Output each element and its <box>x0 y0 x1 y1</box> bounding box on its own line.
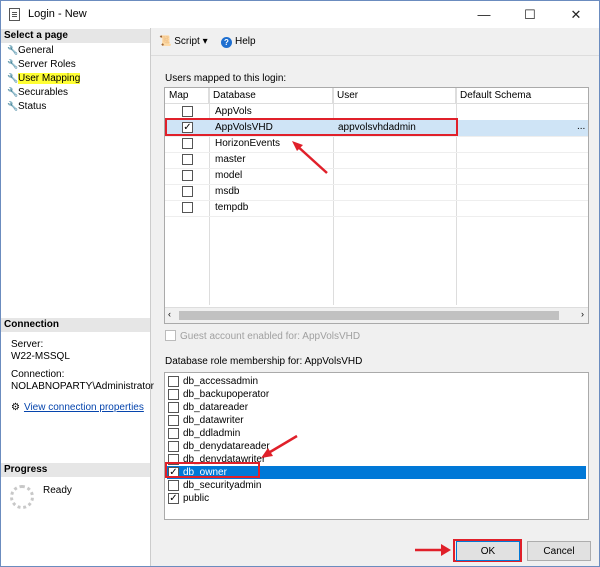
wrench-icon: 🔧 <box>7 45 19 55</box>
wrench-icon: 🔧 <box>7 87 19 97</box>
role-membership-label: Database role membership for: AppVolsVHD <box>165 356 363 367</box>
schema-browse-button[interactable]: ... <box>577 121 585 132</box>
map-checkbox[interactable] <box>182 138 193 149</box>
title-bar: Login - New — ☐ ✕ <box>1 1 599 28</box>
role-checkbox[interactable] <box>168 415 179 426</box>
users-mapped-label: Users mapped to this login: <box>165 73 287 84</box>
role-checkbox[interactable] <box>168 480 179 491</box>
database-cell: AppVols <box>215 106 252 117</box>
annotation-box <box>165 118 458 136</box>
role-checkbox[interactable] <box>168 389 179 400</box>
column-default-schema[interactable]: Default Schema <box>456 88 588 104</box>
scroll-left-icon[interactable]: ‹ <box>168 309 171 319</box>
list-item[interactable]: db_ddladmin <box>167 427 586 440</box>
database-cell: model <box>215 170 243 181</box>
horizontal-scrollbar[interactable]: ‹ › <box>165 307 588 323</box>
table-row[interactable]: master <box>165 152 588 169</box>
list-item[interactable]: ✓ public <box>167 492 586 505</box>
map-checkbox[interactable] <box>182 106 193 117</box>
page-securables[interactable]: 🔧Securables <box>7 86 68 99</box>
script-icon: 📜 <box>159 36 172 47</box>
list-item[interactable]: db_denydatareader <box>167 440 586 453</box>
column-map[interactable]: Map <box>165 88 209 104</box>
select-page-heading: Select a page <box>1 29 150 43</box>
window-title: Login - New <box>28 8 87 20</box>
window-icon <box>9 8 20 21</box>
role-membership-list: db_accessadmin db_backupoperator db_data… <box>164 372 589 520</box>
help-icon: ? <box>221 37 232 48</box>
table-row[interactable]: tempdb <box>165 200 588 217</box>
list-item[interactable]: db_backupoperator <box>167 388 586 401</box>
progress-status: Ready <box>43 485 72 496</box>
map-checkbox[interactable] <box>182 154 193 165</box>
page-user-mapping[interactable]: 🔧User Mapping <box>7 72 81 85</box>
scroll-right-icon[interactable]: › <box>581 309 584 319</box>
help-button[interactable]: ? Help <box>221 36 256 48</box>
wrench-icon: 🔧 <box>7 59 19 69</box>
connection-value: NOLABNOPARTY\Administrator <box>11 381 155 392</box>
role-checkbox[interactable] <box>168 428 179 439</box>
annotation-box <box>165 462 260 478</box>
table-row[interactable]: msdb <box>165 184 588 201</box>
connection-heading: Connection <box>1 318 150 332</box>
map-checkbox[interactable] <box>182 170 193 181</box>
column-user[interactable]: User <box>333 88 456 104</box>
table-row[interactable]: model <box>165 168 588 185</box>
left-pane: Select a page 🔧General 🔧Server Roles 🔧Us… <box>1 28 155 566</box>
chevron-down-icon[interactable]: ▾ <box>203 36 208 47</box>
database-cell: tempdb <box>215 202 249 213</box>
column-database[interactable]: Database <box>209 88 333 104</box>
annotation-arrow-icon <box>261 434 298 458</box>
database-cell: HorizonEvents <box>215 138 281 149</box>
database-cell: master <box>215 154 246 165</box>
guest-checkbox <box>165 330 176 341</box>
minimize-button[interactable]: — <box>461 1 507 28</box>
toolbar: 📜 Script ▾ ? Help <box>151 29 599 56</box>
connection-properties-icon: ⚙ <box>11 402 20 413</box>
progress-heading: Progress <box>1 463 150 477</box>
server-value: W22-MSSQL <box>11 351 70 362</box>
wrench-icon: 🔧 <box>7 73 19 83</box>
page-status[interactable]: 🔧Status <box>7 100 46 113</box>
role-checkbox[interactable]: ✓ <box>168 493 179 504</box>
login-dialog: Login - New — ☐ ✕ Select a page 🔧General… <box>0 0 600 567</box>
scrollbar-thumb[interactable] <box>179 311 559 320</box>
script-button[interactable]: 📜 Script ▾ <box>159 36 208 47</box>
map-checkbox[interactable] <box>182 202 193 213</box>
annotation-arrow-icon <box>415 544 451 556</box>
list-item[interactable]: db_accessadmin <box>167 375 586 388</box>
cancel-button[interactable]: Cancel <box>527 541 591 561</box>
table-row[interactable]: HorizonEvents <box>165 136 588 153</box>
database-cell: msdb <box>215 186 240 197</box>
guest-account-option: Guest account enabled for: AppVolsVHD <box>165 330 360 342</box>
role-checkbox[interactable] <box>168 376 179 387</box>
annotation-arrow-icon <box>292 141 328 174</box>
progress-spinner-icon <box>10 485 34 509</box>
wrench-icon: 🔧 <box>7 101 19 111</box>
server-label: Server: <box>11 339 44 350</box>
role-checkbox[interactable] <box>168 441 179 452</box>
list-item[interactable]: db_datawriter <box>167 414 586 427</box>
ok-button[interactable]: OK <box>456 541 520 561</box>
map-checkbox[interactable] <box>182 186 193 197</box>
page-general[interactable]: 🔧General <box>7 44 54 57</box>
maximize-button[interactable]: ☐ <box>507 1 553 28</box>
view-connection-link[interactable]: ⚙ View connection properties <box>11 402 144 413</box>
connection-label: Connection: <box>11 369 65 380</box>
close-button[interactable]: ✕ <box>553 1 599 28</box>
page-server-roles[interactable]: 🔧Server Roles <box>7 58 76 71</box>
list-item[interactable]: db_securityadmin <box>167 479 586 492</box>
list-item[interactable]: db_datareader <box>167 401 586 414</box>
role-checkbox[interactable] <box>168 402 179 413</box>
